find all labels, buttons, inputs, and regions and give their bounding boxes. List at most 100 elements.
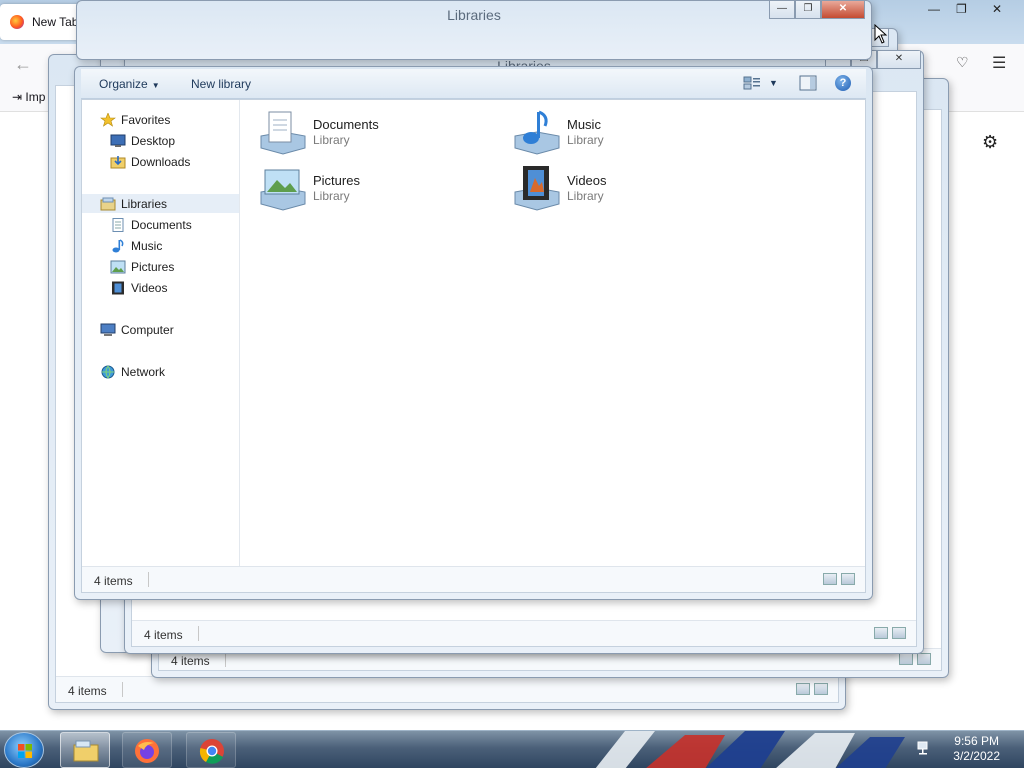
pictures-library-icon — [260, 169, 306, 211]
library-music[interactable]: Music Library — [513, 108, 743, 158]
import-icon: ⇥ — [12, 90, 26, 104]
videos-library-icon — [514, 166, 560, 211]
start-button[interactable] — [4, 732, 44, 768]
nav-libraries-label: Libraries — [121, 196, 168, 211]
nav-libraries[interactable]: Libraries — [82, 194, 239, 213]
explorer-toolbar: Organize ▼ New library ▼ ? — [81, 69, 866, 99]
network-tray-icon[interactable] — [916, 740, 932, 756]
library-type: Library — [567, 189, 604, 203]
status-item-count: 4 items — [68, 684, 107, 698]
firefox-icon — [135, 739, 159, 763]
chrome-icon — [199, 739, 224, 764]
firefox-icon — [10, 15, 24, 29]
view-toggle-icons[interactable] — [895, 653, 933, 667]
view-toggle-icons[interactable] — [792, 683, 830, 697]
clock-date: 3/2/2022 — [953, 749, 1000, 763]
pocket-icon[interactable]: ♡ — [956, 54, 969, 71]
music-note-icon — [112, 238, 124, 252]
view-options-chevron-icon[interactable]: ▼ — [769, 78, 778, 88]
organize-button[interactable]: Organize ▼ — [99, 77, 160, 91]
view-toggle-icons[interactable] — [819, 573, 857, 587]
library-type: Library — [567, 133, 604, 147]
window-0-caption-buttons: — ❐ ✕ — [769, 1, 865, 19]
library-type: Library — [313, 133, 350, 147]
taskbar-firefox-button[interactable] — [122, 732, 172, 768]
restore-button[interactable]: ❐ — [795, 1, 821, 19]
hamburger-menu-icon[interactable]: ☰ — [992, 53, 1006, 73]
nav-desktop[interactable]: Desktop — [110, 131, 175, 150]
taskbar: 9:56 PM 3/2/2022 — [0, 730, 1024, 768]
status-item-count: 4 items — [94, 574, 133, 588]
nav-network[interactable]: Network — [100, 362, 165, 381]
libraries-folder-icon — [100, 197, 116, 210]
windows-explorer-icon — [73, 740, 99, 762]
window-4-status-bar: 4 items — [56, 676, 838, 702]
desktop-icon — [110, 134, 126, 147]
details-view-icon[interactable] — [874, 627, 888, 639]
firefox-restore-button[interactable]: ❐ — [956, 2, 967, 22]
help-icon[interactable]: ? — [835, 75, 851, 91]
nav-computer-label: Computer — [121, 322, 174, 337]
firefox-close-button[interactable]: ✕ — [992, 2, 1002, 22]
nav-pictures[interactable]: Pictures — [110, 257, 174, 276]
computer-icon — [100, 323, 116, 336]
library-videos[interactable]: Videos Library — [513, 164, 743, 214]
details-view-icon[interactable] — [823, 573, 837, 585]
nav-downloads-label: Downloads — [131, 154, 191, 169]
library-name: Videos — [567, 173, 607, 188]
close-button[interactable]: ✕ — [877, 51, 921, 69]
library-documents[interactable]: Documents Library — [259, 108, 489, 158]
firefox-minimize-button[interactable]: — — [928, 2, 940, 22]
mouse-cursor-icon — [874, 24, 888, 44]
nav-music[interactable]: Music — [110, 236, 162, 255]
documents-icon — [112, 217, 124, 232]
taskbar-chrome-button[interactable] — [186, 732, 236, 768]
taskbar-explorer-button[interactable] — [60, 732, 110, 768]
organize-label: Organize — [99, 77, 148, 91]
large-icons-view-icon[interactable] — [917, 653, 931, 665]
status-divider — [122, 682, 123, 697]
explorer-status-bar: 4 items — [82, 566, 865, 592]
libraries-content-area: Documents Library Music Library Pictures… — [241, 100, 865, 568]
system-clock[interactable]: 9:56 PM 3/2/2022 — [953, 734, 1000, 764]
library-name: Music — [567, 117, 601, 132]
new-library-button[interactable]: New library — [191, 77, 251, 91]
gear-icon[interactable]: ⚙ — [982, 132, 998, 153]
view-toggle-icons[interactable] — [870, 627, 908, 641]
status-item-count: 4 items — [144, 628, 183, 642]
minimize-button[interactable]: — — [769, 1, 795, 19]
pictures-icon — [110, 260, 126, 273]
import-label: Imp — [25, 90, 46, 104]
large-icons-view-icon[interactable] — [841, 573, 855, 585]
library-name: Pictures — [313, 173, 360, 188]
nav-videos[interactable]: Videos — [110, 278, 167, 297]
nav-videos-label: Videos — [131, 280, 168, 295]
nav-desktop-label: Desktop — [131, 133, 176, 148]
status-item-count: 4 items — [171, 654, 210, 668]
libraries-explorer-window[interactable]: Organize ▼ New library ▼ ? Favorites Desk… — [74, 66, 873, 600]
close-button[interactable]: ✕ — [821, 1, 865, 19]
library-pictures[interactable]: Pictures Library — [259, 164, 489, 214]
nav-favorites-label: Favorites — [121, 112, 171, 127]
nav-documents[interactable]: Documents — [110, 215, 192, 234]
large-icons-view-icon[interactable] — [892, 627, 906, 639]
import-bookmarks-button[interactable]: ⇥ Imp — [12, 90, 45, 104]
nav-documents-label: Documents — [131, 217, 192, 232]
preview-pane-icon[interactable] — [799, 75, 817, 91]
music-library-icon — [514, 110, 560, 155]
documents-library-icon — [260, 111, 306, 155]
nav-favorites[interactable]: Favorites — [100, 110, 170, 129]
explorer-body: Favorites Desktop Downloads Libraries Do… — [81, 99, 866, 593]
library-name: Documents — [313, 117, 379, 132]
details-view-icon[interactable] — [796, 683, 810, 695]
nav-computer[interactable]: Computer — [100, 320, 174, 339]
change-view-icon[interactable] — [743, 75, 761, 91]
back-arrow-icon[interactable]: ← — [14, 54, 32, 75]
details-view-icon[interactable] — [899, 653, 913, 665]
large-icons-view-icon[interactable] — [814, 683, 828, 695]
libraries-window-0[interactable]: Libraries — ❐ ✕ — [76, 0, 872, 60]
nav-downloads[interactable]: Downloads — [110, 152, 190, 171]
library-type: Library — [313, 189, 350, 203]
network-icon — [101, 365, 115, 379]
chevron-down-icon: ▼ — [151, 81, 160, 90]
